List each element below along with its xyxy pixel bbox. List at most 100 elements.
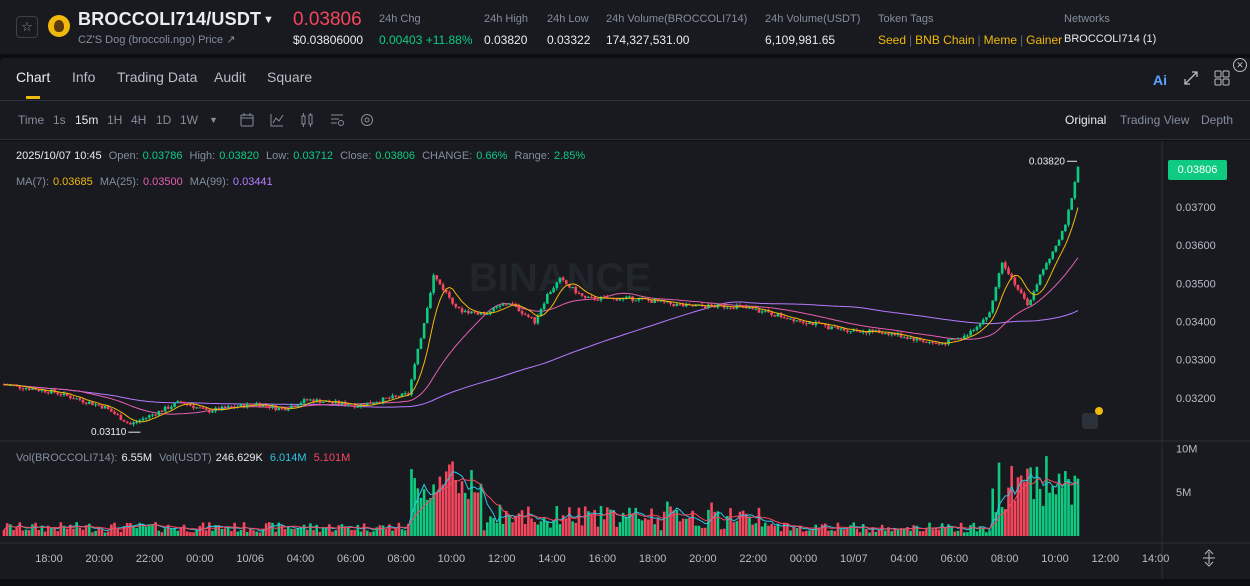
- ma25-label: MA(25):: [99, 176, 139, 188]
- volume-bar: [773, 526, 777, 536]
- indicator-icon[interactable]: [269, 112, 285, 128]
- candle-body: [163, 406, 167, 412]
- layout-grid-icon[interactable]: [1214, 70, 1230, 86]
- pair-dropdown-icon[interactable]: ▼: [263, 14, 274, 26]
- interval-1w[interactable]: 1W: [180, 113, 198, 127]
- candle-body: [59, 394, 63, 396]
- tag-link[interactable]: Seed: [878, 33, 906, 47]
- volume-bar: [182, 524, 186, 536]
- close-value: 0.03806: [375, 150, 416, 162]
- pair-title[interactable]: BROCCOLI714/USDT: [78, 9, 261, 30]
- tab-trading-data[interactable]: Trading Data: [117, 69, 197, 85]
- volume-bars: [2, 456, 1080, 536]
- interval-15m[interactable]: 15m: [75, 113, 98, 127]
- volume-bar: [122, 526, 126, 536]
- interval-dropdown-icon[interactable]: ▼: [209, 115, 218, 125]
- view-original[interactable]: Original: [1065, 113, 1106, 127]
- volume-bar: [877, 529, 881, 536]
- stat-label: 24h Volume(USDT): [765, 13, 861, 25]
- volume-bar: [312, 530, 315, 536]
- candle-body: [135, 421, 138, 423]
- tab-audit[interactable]: Audit: [214, 69, 246, 85]
- candle-body: [805, 323, 808, 325]
- volume-bar: [103, 532, 107, 536]
- low-value: 0.03712: [293, 150, 334, 162]
- volume-bar: [226, 526, 230, 536]
- volume-bar: [694, 525, 698, 536]
- axes: 0.03700 0.03600 0.03500 0.03400 0.03300 0.032…: [35, 156, 1216, 567]
- interval-1d[interactable]: 1D: [156, 113, 171, 127]
- volume-bar: [820, 524, 824, 536]
- candle-body: [1054, 245, 1058, 252]
- candle-body: [921, 340, 925, 342]
- volume-bar: [918, 531, 922, 536]
- pair-subtitle-link[interactable]: CZ'S Dog (broccoli.ngo) Price ↗: [78, 33, 235, 46]
- calendar-icon[interactable]: [239, 112, 255, 128]
- view-depth[interactable]: Depth: [1201, 113, 1233, 127]
- active-tab-indicator: [26, 96, 40, 99]
- volume-bar: [606, 507, 609, 536]
- candle-body: [1073, 182, 1077, 199]
- candle-body: [473, 311, 476, 313]
- volume-bar: [53, 527, 56, 536]
- tag-link[interactable]: BNB Chain: [915, 33, 974, 47]
- time-label[interactable]: Time: [18, 113, 44, 127]
- price-chart[interactable]: BINANCE 0.037000.036000.035000.034000.03…: [0, 141, 1250, 579]
- candle-body: [675, 303, 679, 306]
- volume-bar: [637, 518, 641, 536]
- interval-1s[interactable]: 1s: [53, 113, 66, 127]
- candle-body: [574, 286, 578, 294]
- candle-body: [116, 414, 120, 416]
- vol-value: 6.55M: [121, 452, 153, 464]
- volume-bar: [691, 510, 694, 536]
- volume-bar: [789, 530, 792, 536]
- favorite-star-icon[interactable]: ☆: [16, 16, 38, 38]
- ai-icon[interactable]: Ai: [1153, 72, 1167, 88]
- tab-square[interactable]: Square: [267, 69, 312, 85]
- volume-bar: [223, 528, 227, 536]
- volume-bar: [1076, 478, 1080, 536]
- volume-bar: [419, 497, 423, 536]
- volume-bar: [97, 527, 101, 536]
- chart-area[interactable]: BINANCE 0.037000.036000.035000.034000.03…: [0, 141, 1250, 579]
- coin-logo-icon: [48, 15, 70, 37]
- interval-4h[interactable]: 4H: [131, 113, 146, 127]
- tab-chart[interactable]: Chart: [16, 69, 50, 85]
- volume-bar: [590, 514, 593, 536]
- candle-body: [498, 305, 502, 307]
- tag-link[interactable]: Gainer: [1026, 33, 1062, 47]
- volume-bar: [643, 518, 647, 536]
- volume-bar: [255, 531, 259, 536]
- volume-bar: [394, 528, 397, 536]
- gear-icon[interactable]: [359, 112, 375, 128]
- volume-bar: [757, 507, 761, 536]
- tag-link[interactable]: Meme: [984, 33, 1017, 47]
- volume-bar: [975, 531, 979, 536]
- close-icon[interactable]: ✕: [1233, 58, 1247, 72]
- last-price-usd: $0.03806000: [293, 33, 364, 47]
- view-trading-view[interactable]: Trading View: [1120, 113, 1189, 127]
- candle-body: [72, 398, 75, 400]
- time-tick-label: 14:00: [538, 553, 566, 565]
- interval-1h[interactable]: 1H: [107, 113, 122, 127]
- candle-type-icon[interactable]: [299, 112, 315, 128]
- expand-icon[interactable]: [1184, 71, 1198, 85]
- candle-body: [634, 300, 638, 302]
- volume-bar: [192, 532, 195, 536]
- candle-body: [969, 330, 972, 336]
- volume-bar: [116, 528, 120, 536]
- high-label: High:: [189, 150, 216, 162]
- networks-value[interactable]: BROCCOLI714 (1): [1064, 33, 1156, 45]
- volume-bar: [129, 523, 132, 536]
- candle-body: [985, 317, 988, 320]
- candle-body: [100, 405, 104, 409]
- ma99-label: MA(99):: [189, 176, 229, 188]
- candle-body: [978, 324, 982, 327]
- candle-body: [166, 406, 170, 409]
- candle-body: [438, 279, 442, 285]
- tab-info[interactable]: Info: [72, 69, 95, 85]
- volume-bar: [969, 524, 972, 536]
- chart-settings-icon[interactable]: [329, 112, 345, 128]
- time-tick-label: 06:00: [941, 553, 969, 565]
- candle-body: [966, 335, 969, 337]
